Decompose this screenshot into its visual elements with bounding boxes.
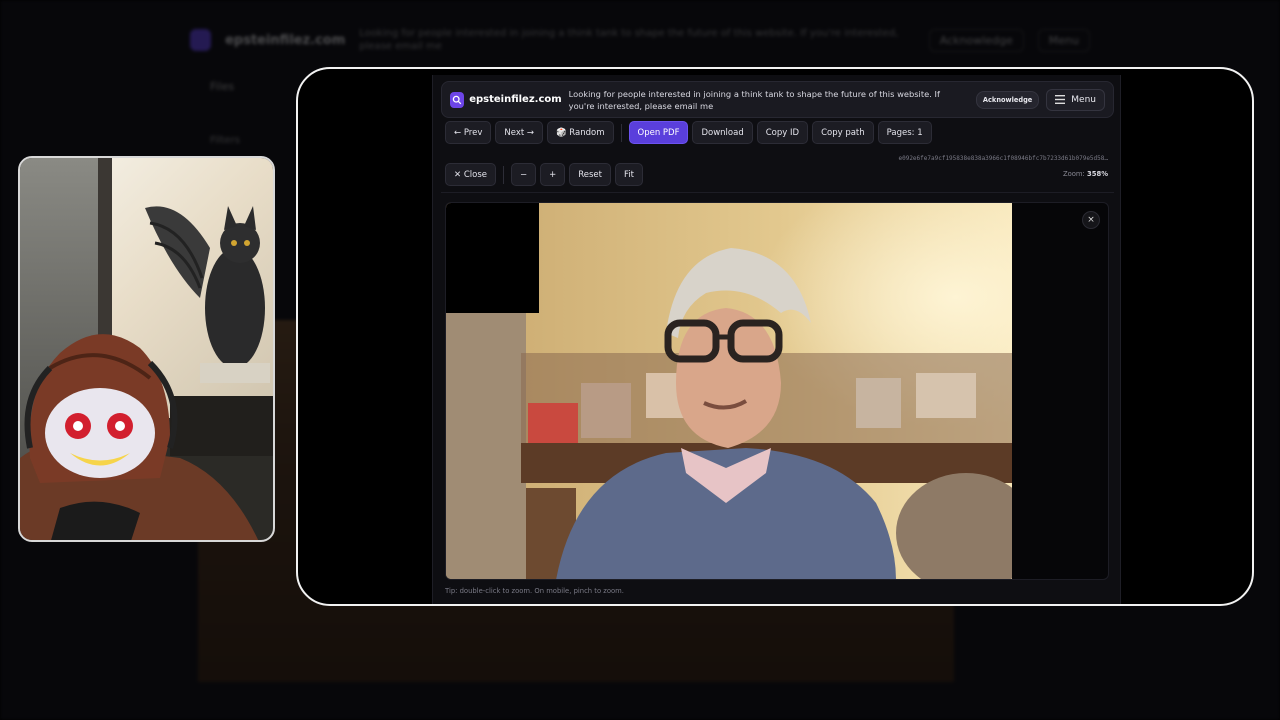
copy-id-button[interactable]: Copy ID	[756, 121, 809, 144]
viewer-frame: epsteinfilez.com Looking for people inte…	[296, 67, 1254, 606]
download-button[interactable]: Download	[692, 121, 753, 144]
menu-button[interactable]: Menu	[1046, 88, 1105, 111]
background-logo-icon	[190, 29, 212, 51]
background-notice: Looking for people interested in joining…	[359, 28, 899, 52]
zoom-tip: Tip: double-click to zoom. On mobile, pi…	[445, 587, 624, 595]
fit-button[interactable]: Fit	[614, 163, 643, 186]
document-hash: e092e6fe7a9cf195838e838a3966c1f08946bfc7…	[898, 155, 1108, 162]
zoom-value: 358%	[1087, 170, 1108, 178]
background-brand: epsteinfilez.com	[225, 32, 346, 48]
site-brand[interactable]: epsteinfilez.com	[469, 94, 561, 105]
zoom-toolbar: ✕ Close − + Reset Fit	[445, 163, 643, 186]
zoom-out-button[interactable]: −	[510, 163, 537, 186]
webcam-overlay	[18, 156, 275, 542]
divider	[441, 192, 1114, 193]
zoom-level: Zoom: 358%	[1063, 170, 1108, 178]
random-button[interactable]: 🎲 Random	[547, 121, 614, 144]
dismiss-image-button[interactable]: ×	[1082, 211, 1100, 229]
open-pdf-button[interactable]: Open PDF	[628, 121, 689, 144]
background-acknowledge-button: Acknowledge	[928, 28, 1024, 52]
copy-path-button[interactable]: Copy path	[812, 121, 874, 144]
menu-label: Menu	[1071, 94, 1096, 105]
document-photo[interactable]	[446, 203, 1012, 580]
document-viewer: epsteinfilez.com Looking for people inte…	[432, 75, 1121, 604]
background-menu-button: Menu	[1037, 28, 1090, 52]
pages-count: Pages: 1	[877, 121, 932, 144]
background-tab: Files	[210, 80, 235, 93]
zoom-divider	[502, 165, 504, 184]
search-icon[interactable]	[450, 91, 465, 108]
announcement-text: Looking for people interested in joining…	[568, 88, 940, 111]
toolbar-divider	[620, 123, 622, 142]
reset-button[interactable]: Reset	[569, 163, 611, 186]
background-header: epsteinfilez.com Looking for people inte…	[190, 22, 1090, 58]
top-bar: epsteinfilez.com Looking for people inte…	[441, 81, 1114, 118]
close-button[interactable]: ✕ Close	[445, 163, 496, 186]
document-toolbar: ← Prev Next → 🎲 Random Open PDF Download…	[445, 121, 932, 144]
streamer-in-mask	[20, 334, 259, 540]
next-button[interactable]: Next →	[495, 121, 544, 144]
zoom-prefix: Zoom:	[1062, 170, 1085, 178]
background-sidebar-label: Filters	[210, 135, 240, 146]
zoom-in-button[interactable]: +	[540, 163, 566, 186]
prev-button[interactable]: ← Prev	[445, 121, 492, 144]
acknowledge-button[interactable]: Acknowledge	[975, 90, 1040, 109]
image-canvas[interactable]: ×	[445, 202, 1109, 580]
hamburger-icon	[1055, 95, 1066, 104]
